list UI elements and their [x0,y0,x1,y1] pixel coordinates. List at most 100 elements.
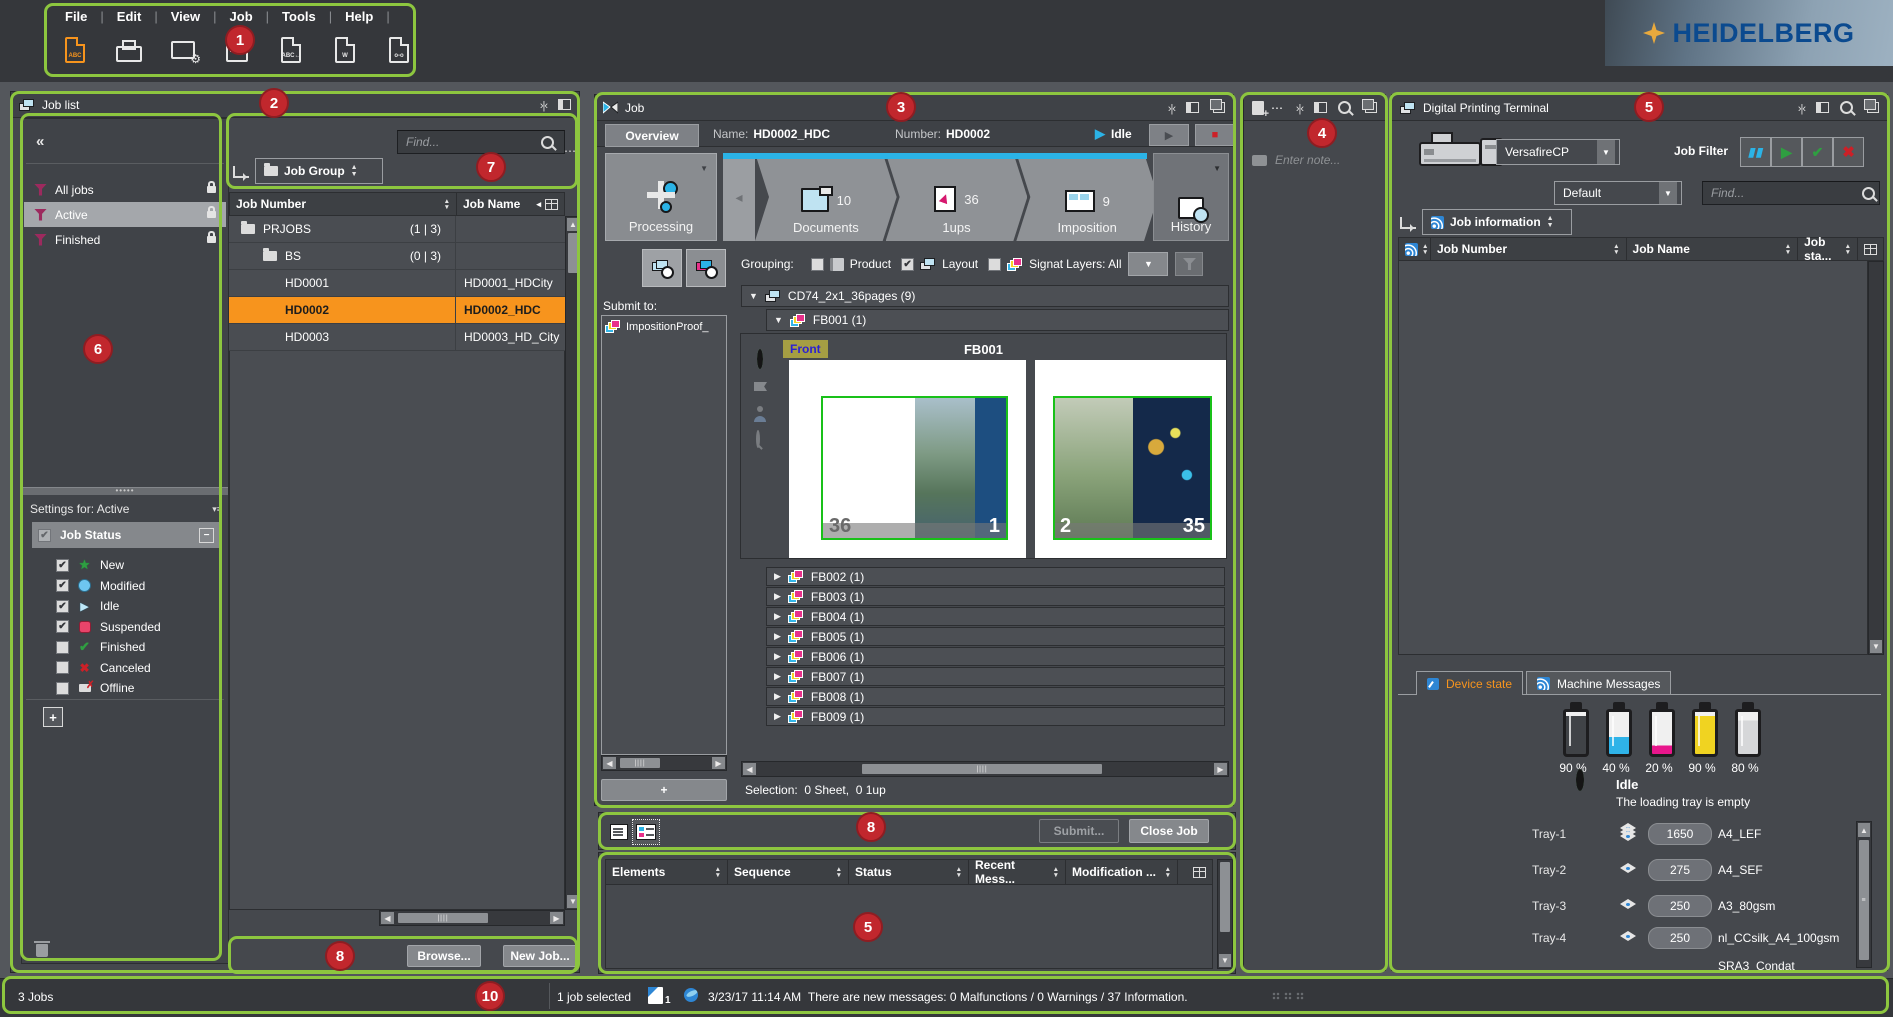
layers-dropdown-icon[interactable]: ▼ [1128,252,1168,276]
workstation-settings-icon-button[interactable] [166,32,200,68]
signature-row-expanded[interactable]: ▼ FB001 (1) [766,309,1229,331]
collapse-panel-icon[interactable] [540,98,547,112]
checkbox[interactable] [901,258,914,271]
menu-help[interactable]: Help [332,8,386,25]
hierarchy-icon[interactable] [233,166,249,178]
collapsed-icon[interactable]: ▶ [774,591,781,602]
scroll-up-icon[interactable]: ▲ [567,218,579,231]
scroll-left-icon[interactable]: ◀ [743,763,756,775]
signature-row-fb007[interactable]: ▶ FB007 (1) [766,667,1225,686]
scroll-down-icon[interactable]: ▼ [567,895,579,908]
collapsed-icon[interactable]: ▶ [774,571,781,582]
scroll-right-icon[interactable]: ▶ [712,757,725,769]
collapsed-icon[interactable]: ▶ [774,671,781,682]
search-icon[interactable] [1840,101,1853,114]
scroll-down-icon[interactable]: ▼ [1870,640,1882,653]
column-header-modification-[interactable]: Modification ...▲▼ [1066,860,1178,884]
submit-list-scrollbar[interactable]: ◀ |||| ▶ [601,755,727,771]
status-filter-offline[interactable]: Offline [56,678,222,698]
column-header-status[interactable]: Status▲▼ [849,860,969,884]
job-row-prjobs[interactable]: PRJOBS(1 | 3) [229,216,565,243]
splitter-handle[interactable]: ••••• [22,487,228,495]
step-documents[interactable]: 10 Documents [755,153,897,241]
checkbox[interactable] [56,661,69,674]
sort-icon[interactable]: ▲▼ [956,867,962,878]
status-filter-canceled[interactable]: ✖ Canceled [56,658,222,678]
submit-button[interactable]: Submit... [1039,819,1119,843]
separation-view-toggle[interactable] [686,249,726,287]
dropdown-arrow-icon[interactable]: ▼ [1597,140,1615,164]
vertical-scrollbar[interactable]: ▼ [1217,859,1233,969]
document-abc-arrow-icon-button[interactable]: ABC← [274,32,308,68]
sort-icon[interactable]: ▲▼ [715,867,721,878]
job-row-hd0001[interactable]: HD0001HD0001_HDCity [229,270,565,297]
dpt-search-input[interactable] [1702,181,1880,205]
job-status-group[interactable]: Job Status − [32,522,220,548]
trash-icon[interactable] [36,944,48,957]
note-entry[interactable]: Enter note... [1252,153,1340,167]
document-abc-icon-button[interactable]: ABC [58,32,92,68]
start-job-button[interactable]: ▶ [1149,124,1189,146]
menu-file[interactable]: File [52,8,100,25]
sheet-front-thumbnail[interactable]: 36 1 [789,360,1026,558]
filter-running-button[interactable]: ▶ [1771,137,1802,167]
close-job-button[interactable]: Close Job [1129,819,1209,843]
processing-button[interactable]: ▼ Processing [605,153,717,241]
grouping-option-layout[interactable]: Layout [901,257,978,271]
collapse-column-icon[interactable]: ◂ [536,199,541,210]
step-1ups[interactable]: 36 1ups [886,153,1028,241]
status-filter-modified[interactable]: Modified [56,576,222,596]
settings-menu-icon[interactable]: ▾≡ [212,504,222,515]
new-job-button[interactable]: New Job... [503,945,577,967]
history-button[interactable]: ▼ History [1153,153,1229,241]
sort-icon[interactable]: ▲▼ [1845,244,1851,255]
signature-row-fb004[interactable]: ▶ FB004 (1) [766,607,1225,626]
scroll-left-icon[interactable]: ◀ [381,912,394,924]
scroll-right-icon[interactable]: ▶ [550,912,563,924]
browse-button[interactable]: Browse... [407,945,481,967]
filter-suspended-button[interactable]: ▮▮ [1740,137,1771,167]
collapse-panel-icon[interactable] [1798,101,1805,115]
spinner-icon[interactable]: ▲▼ [1547,216,1554,229]
float-panel-icon[interactable] [1213,102,1225,113]
tab-device-state[interactable]: Device state [1416,671,1523,695]
search-icon[interactable] [541,136,554,149]
tab-machine-messages[interactable]: Machine Messages [1526,671,1671,695]
detail-view-button[interactable] [633,820,659,844]
search-icon[interactable] [1338,101,1351,114]
more-options-icon[interactable]: ⋯ [564,144,577,158]
column-header-elements[interactable]: Elements▲▼ [606,860,728,884]
column-header-info-icon[interactable]: ▲▼ [1399,238,1431,260]
signature-row-fb002[interactable]: ▶ FB002 (1) [766,567,1225,586]
status-filter-suspended[interactable]: Suspended [56,617,222,637]
checkbox[interactable] [56,559,69,572]
column-header-sequence[interactable]: Sequence▲▼ [728,860,849,884]
dock-panel-icon[interactable] [1816,102,1829,113]
column-header-job-number[interactable]: Job Number▲▼ [230,193,457,215]
more-options-icon[interactable]: ⋯ [1271,101,1284,115]
document-signature-icon-button[interactable]: W [328,32,362,68]
zoom-icon[interactable] [756,430,760,448]
spinner-icon[interactable]: ▲▼ [351,165,358,178]
table-config-icon[interactable] [545,199,558,210]
float-panel-icon[interactable] [1867,102,1879,113]
job-filter-all-jobs[interactable]: All jobs [24,177,226,202]
job-row-hd0002[interactable]: HD0002HD0002_HDC [229,297,565,324]
sheet-view-toggle[interactable] [642,249,682,287]
vertical-scrollbar[interactable]: ▲ ▼ [565,216,580,910]
checkbox[interactable] [988,258,1001,271]
checkbox[interactable] [811,258,824,271]
messages-icon[interactable] [648,987,663,1004]
filter-finished-button[interactable]: ✔ [1802,137,1833,167]
status-filter-finished[interactable]: ✔ Finished [56,637,222,657]
add-filter-button[interactable]: + [43,707,63,727]
dock-panel-icon[interactable] [1314,102,1327,113]
group-by-dropdown[interactable]: Job Group ▲▼ [255,158,383,184]
collapsed-icon[interactable]: ▶ [774,611,781,622]
sort-icon[interactable]: ▲▼ [1613,244,1619,255]
device-select-dropdown[interactable]: VersafireCP ▼ [1496,139,1620,165]
preview-horizontal-scrollbar[interactable]: ◀ |||| ▶ [741,761,1229,777]
collapsed-icon[interactable]: ▶ [774,631,781,642]
list-view-button[interactable] [607,820,631,844]
sort-icon[interactable]: ▲▼ [444,199,450,210]
